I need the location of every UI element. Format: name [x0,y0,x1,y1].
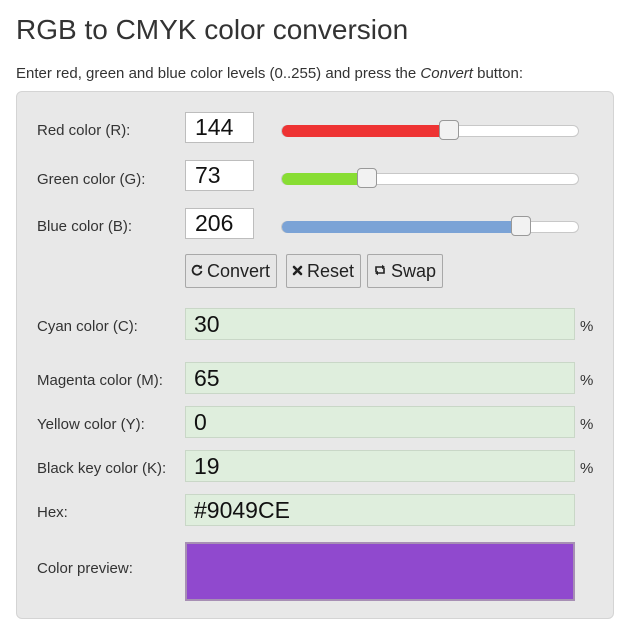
refresh-icon [191,264,203,279]
magenta-unit: % [580,372,594,389]
green-slider-handle[interactable] [356,168,377,188]
blue-input[interactable]: 206 [185,208,254,239]
convert-label: Convert [207,260,271,281]
page-title: RGB to CMYK color conversion [16,14,409,45]
reset-button[interactable]: Reset [286,254,362,288]
cyan-unit: % [580,318,594,335]
magenta-output[interactable]: 65 [185,362,575,394]
reset-label: Reset [307,260,355,281]
close-icon [292,264,303,279]
black-key-label: Black key color (K): [37,460,167,477]
swap-icon [373,264,387,279]
blue-label: Blue color (B): [37,218,133,235]
green-input[interactable]: 73 [185,160,254,191]
green-slider[interactable] [281,168,579,188]
color-preview-label: Color preview: [37,560,133,577]
blue-slider[interactable] [281,216,579,236]
red-slider-handle[interactable] [439,120,460,140]
red-slider-fill [282,125,454,137]
hex-output[interactable]: #9049CE [185,494,575,526]
yellow-output[interactable]: 0 [185,406,575,438]
red-label: Red color (R): [37,122,131,139]
yellow-unit: % [580,416,594,433]
blue-slider-fill [282,221,526,233]
red-input[interactable]: 144 [185,112,254,143]
instructions: Enter red, green and blue color levels (… [16,65,523,82]
cyan-output[interactable]: 30 [185,308,575,340]
black-key-unit: % [580,460,594,477]
cyan-label: Cyan color (C): [37,318,138,335]
blue-slider-handle[interactable] [511,216,532,236]
swap-label: Swap [391,260,437,281]
magenta-label: Magenta color (M): [37,372,163,389]
green-label: Green color (G): [37,171,146,188]
yellow-label: Yellow color (Y): [37,416,145,433]
color-preview-swatch [185,542,575,601]
red-slider[interactable] [281,120,579,140]
black-key-output[interactable]: 19 [185,450,575,482]
hex-label: Hex: [37,504,68,521]
convert-button[interactable]: Convert [185,254,278,288]
swap-button[interactable]: Swap [367,254,444,288]
